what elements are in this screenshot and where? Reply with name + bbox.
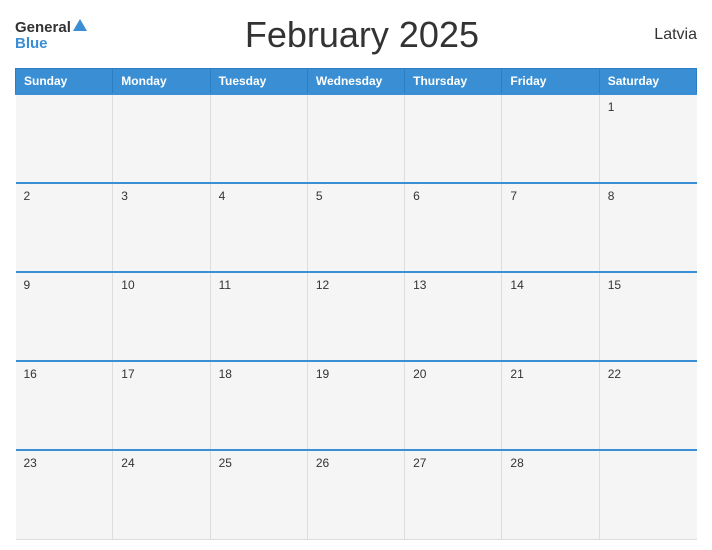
day-number-1: 1: [608, 100, 615, 114]
week-row-0: 1: [16, 94, 697, 183]
day-number-25: 25: [219, 456, 232, 470]
calendar-body: 1234567891011121314151617181920212223242…: [16, 94, 697, 540]
day-cell-0-2: [210, 94, 307, 183]
day-number-24: 24: [121, 456, 134, 470]
day-number-21: 21: [510, 367, 523, 381]
day-cell-0-6: 1: [599, 94, 696, 183]
col-friday: Friday: [502, 69, 599, 95]
day-cell-4-6: [599, 450, 696, 539]
day-cell-4-0: 23: [16, 450, 113, 539]
day-number-11: 11: [219, 278, 231, 292]
day-cell-4-3: 26: [307, 450, 404, 539]
day-number-15: 15: [608, 278, 621, 292]
country-label: Latvia: [637, 26, 697, 44]
day-number-18: 18: [219, 367, 232, 381]
day-number-13: 13: [413, 278, 426, 292]
day-number-4: 4: [219, 189, 226, 203]
col-wednesday: Wednesday: [307, 69, 404, 95]
day-cell-0-4: [405, 94, 502, 183]
day-cell-1-6: 8: [599, 183, 696, 272]
day-number-9: 9: [24, 278, 31, 292]
day-cell-2-0: 9: [16, 272, 113, 361]
logo: General Blue: [15, 20, 87, 51]
day-cell-2-5: 14: [502, 272, 599, 361]
col-saturday: Saturday: [599, 69, 696, 95]
day-cell-3-6: 22: [599, 361, 696, 450]
day-cell-1-3: 5: [307, 183, 404, 272]
col-thursday: Thursday: [405, 69, 502, 95]
week-row-4: 23 24 25 26 27 28: [16, 450, 697, 539]
day-cell-0-1: [113, 94, 210, 183]
day-cell-0-3: [307, 94, 404, 183]
day-cell-2-3: 12: [307, 272, 404, 361]
day-number-7: 7: [510, 189, 517, 203]
day-cell-3-5: 21: [502, 361, 599, 450]
day-number-19: 19: [316, 367, 329, 381]
col-sunday: Sunday: [16, 69, 113, 95]
day-cell-2-6: 15: [599, 272, 696, 361]
logo-triangle-icon: [73, 19, 87, 31]
day-number-10: 10: [121, 278, 134, 292]
day-number-8: 8: [608, 189, 615, 203]
day-cell-4-5: 28: [502, 450, 599, 539]
day-cell-3-1: 17: [113, 361, 210, 450]
day-number-17: 17: [121, 367, 134, 381]
day-cell-3-3: 19: [307, 361, 404, 450]
calendar-header: General Blue February 2025 Latvia: [15, 10, 697, 60]
day-cell-4-2: 25: [210, 450, 307, 539]
day-number-27: 27: [413, 456, 426, 470]
day-number-6: 6: [413, 189, 420, 203]
week-row-2: 9 10 11 12 13 14 15: [16, 272, 697, 361]
week-row-3: 16 17 18 19 20 21 22: [16, 361, 697, 450]
logo-blue-text: Blue: [15, 36, 48, 51]
day-cell-1-2: 4: [210, 183, 307, 272]
week-row-1: 2 3 4 5 6 7 8: [16, 183, 697, 272]
day-cell-3-2: 18: [210, 361, 307, 450]
day-number-22: 22: [608, 367, 621, 381]
day-number-3: 3: [121, 189, 128, 203]
calendar-title: February 2025: [87, 14, 637, 56]
weekday-header-row: Sunday Monday Tuesday Wednesday Thursday…: [16, 69, 697, 95]
day-cell-3-0: 16: [16, 361, 113, 450]
day-number-2: 2: [24, 189, 31, 203]
col-tuesday: Tuesday: [210, 69, 307, 95]
day-cell-1-0: 2: [16, 183, 113, 272]
day-cell-4-4: 27: [405, 450, 502, 539]
day-number-5: 5: [316, 189, 323, 203]
day-number-16: 16: [24, 367, 37, 381]
day-number-28: 28: [510, 456, 523, 470]
day-cell-2-4: 13: [405, 272, 502, 361]
day-cell-3-4: 20: [405, 361, 502, 450]
day-cell-1-1: 3: [113, 183, 210, 272]
calendar-wrapper: General Blue February 2025 Latvia Sunday…: [0, 0, 712, 550]
calendar-table: Sunday Monday Tuesday Wednesday Thursday…: [15, 68, 697, 540]
day-cell-4-1: 24: [113, 450, 210, 539]
day-number-23: 23: [24, 456, 37, 470]
day-cell-2-2: 11: [210, 272, 307, 361]
day-cell-1-5: 7: [502, 183, 599, 272]
day-number-20: 20: [413, 367, 426, 381]
day-cell-1-4: 6: [405, 183, 502, 272]
day-cell-2-1: 10: [113, 272, 210, 361]
day-cell-0-0: [16, 94, 113, 183]
day-cell-0-5: [502, 94, 599, 183]
day-number-26: 26: [316, 456, 329, 470]
day-number-12: 12: [316, 278, 329, 292]
col-monday: Monday: [113, 69, 210, 95]
logo-general-text: General: [15, 20, 87, 36]
day-number-14: 14: [510, 278, 523, 292]
